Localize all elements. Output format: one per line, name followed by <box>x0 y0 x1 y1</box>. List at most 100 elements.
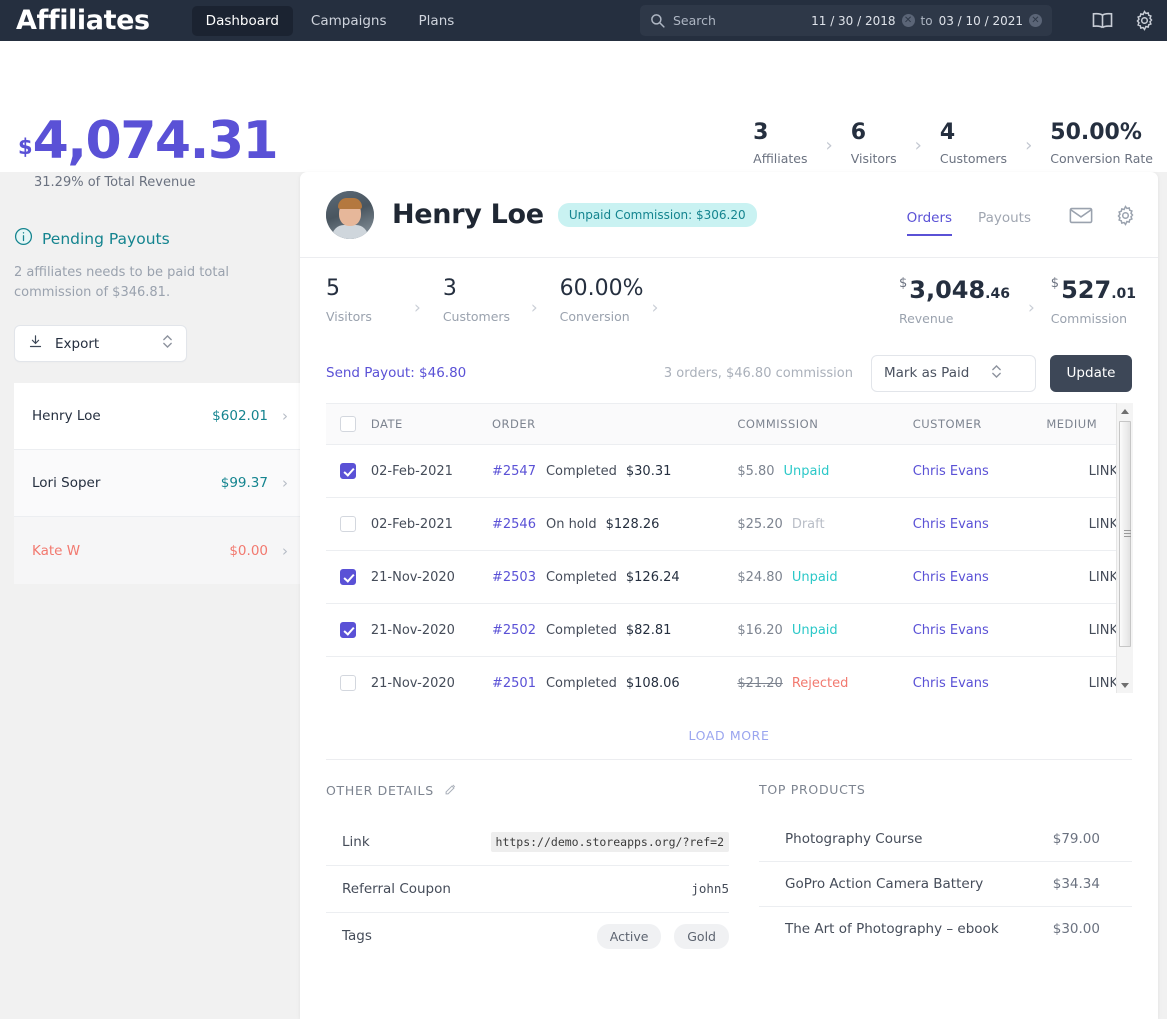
kpi-customers[interactable]: 4 Customers <box>940 120 1007 166</box>
update-button[interactable]: Update <box>1050 354 1132 392</box>
stat-customers[interactable]: 3 Customers <box>443 277 531 324</box>
stat-conversion[interactable]: 60.00% Conversion <box>560 277 652 324</box>
load-more-button[interactable]: LOAD MORE <box>300 710 1158 759</box>
tag-pill[interactable]: Gold <box>674 923 729 949</box>
stepper-icon[interactable] <box>162 333 173 354</box>
order-number-link[interactable]: #2547 <box>492 464 536 479</box>
order-summary-text: 3 orders, $46.80 commission <box>663 365 853 381</box>
row-checkbox[interactable] <box>340 622 356 638</box>
customer-link[interactable]: Chris Evans <box>913 676 989 691</box>
cell-date: 21-Nov-2020 <box>370 603 492 657</box>
date-to-clear-icon[interactable]: ✕ <box>1029 14 1042 27</box>
row-checkbox[interactable] <box>340 675 356 692</box>
search-bar[interactable]: Search 11 / 30 / 2018 ✕ to 03 / 10 / 202… <box>640 5 1052 36</box>
list-item[interactable]: The Art of Photography – ebook $30.00 <box>759 907 1132 952</box>
date-from-clear-icon[interactable]: ✕ <box>901 14 915 27</box>
commission-main: 527 <box>1061 275 1112 304</box>
tag-pill[interactable]: Active <box>596 923 662 949</box>
stat-separator-icon: › <box>414 297 421 318</box>
list-item[interactable]: Henry Loe $602.01 › <box>14 383 300 451</box>
list-item[interactable]: Lori Soper $99.37 › <box>14 450 300 518</box>
table-row[interactable]: 21-Nov-2020 #2503 Completed $126.24 $24.80… <box>326 550 1132 604</box>
detail-row-tags: Tags Active Gold <box>326 913 729 960</box>
table-row[interactable]: 02-Feb-2021 #2546 On hold $128.26 $25.20 Dr… <box>326 497 1132 551</box>
order-number-link[interactable]: #2501 <box>492 676 536 691</box>
kpi-visitors[interactable]: 6 Visitors <box>851 120 897 166</box>
cell-order: #2503 Completed $126.24 <box>491 550 738 604</box>
row-checkbox[interactable] <box>340 516 356 532</box>
order-number-link[interactable]: #2546 <box>492 517 536 532</box>
order-number-link[interactable]: #2503 <box>492 570 536 585</box>
tab-payouts[interactable]: Payouts <box>978 172 1031 258</box>
customer-link[interactable]: Chris Evans <box>913 623 989 638</box>
tab-orders[interactable]: Orders <box>906 172 953 258</box>
table-row[interactable]: 21-Nov-2020 #2502 Completed $82.81 $16.20 U… <box>326 603 1132 657</box>
summary-bar: $ 4,074.31 31.29% of Total Revenue 3 Aff… <box>0 41 1167 190</box>
mark-as-paid-select[interactable]: Mark as Paid <box>871 354 1036 392</box>
date-to-value[interactable]: 03 / 10 / 2021 <box>939 14 1023 28</box>
customer-link[interactable]: Chris Evans <box>913 570 989 585</box>
product-name: The Art of Photography – ebook <box>785 921 999 937</box>
scroll-down-arrow-icon[interactable] <box>1117 677 1133 693</box>
order-number-link[interactable]: #2502 <box>492 623 536 638</box>
row-checkbox[interactable] <box>340 569 356 585</box>
nav-link-campaigns[interactable]: Campaigns <box>297 6 401 36</box>
payout-affiliate-name: Kate W <box>32 542 81 559</box>
scrollbar-track[interactable] <box>1117 419 1133 677</box>
column-header-date[interactable]: DATE <box>370 403 492 445</box>
book-icon[interactable] <box>1091 11 1114 30</box>
customer-link[interactable]: Chris Evans <box>913 464 989 479</box>
top-navigation-bar: Affiliates Dashboard Campaigns Plans Sea… <box>0 0 1167 41</box>
stat-revenue[interactable]: $3,048.46 Revenue <box>899 276 1010 326</box>
kpi-row: 3 Affiliates › 6 Visitors › 4 Customers … <box>753 120 1153 166</box>
nav-link-plans[interactable]: Plans <box>405 6 469 36</box>
scroll-up-arrow-icon[interactable] <box>1117 403 1133 419</box>
list-item[interactable]: Photography Course $79.00 <box>759 817 1132 862</box>
commission-amount: $25.20 <box>737 516 783 532</box>
kpi-affiliates-value: 3 <box>753 120 769 145</box>
kpi-conversion-rate[interactable]: 50.00% Conversion Rate <box>1050 120 1153 166</box>
send-payout-link[interactable]: Send Payout: $46.80 <box>326 365 466 381</box>
column-header-commission[interactable]: COMMISSION <box>737 403 913 445</box>
orders-table-scrollbar[interactable] <box>1116 403 1133 693</box>
stat-visitors[interactable]: 5 Visitors <box>326 277 414 324</box>
customer-link[interactable]: Chris Evans <box>913 517 989 532</box>
cell-commission: $21.20 Rejected <box>737 657 912 710</box>
column-header-order[interactable]: ORDER <box>491 403 738 445</box>
cell-customer: Chris Evans <box>912 550 1047 604</box>
export-button[interactable]: Export <box>14 325 187 363</box>
table-row[interactable]: 21-Nov-2020 #2501 Completed $108.06 $21.20… <box>326 657 1132 710</box>
stat-visitors-label: Visitors <box>326 308 372 324</box>
list-item[interactable]: GoPro Action Camera Battery $34.34 <box>759 862 1132 907</box>
cell-date: 21-Nov-2020 <box>370 675 455 691</box>
list-item[interactable]: Kate W $0.00 › <box>14 517 300 585</box>
gear-icon[interactable] <box>1115 205 1136 226</box>
main-nav-links: Dashboard Campaigns Plans <box>191 5 469 36</box>
nav-link-dashboard[interactable]: Dashboard <box>191 5 293 36</box>
date-from-value[interactable]: 11 / 30 / 2018 <box>811 14 895 28</box>
column-header-customer[interactable]: CUSTOMER <box>912 403 1047 445</box>
cell-commission: $5.80 Unpaid <box>737 444 913 498</box>
edit-icon[interactable] <box>444 782 458 799</box>
stat-commission[interactable]: $527.01 Commission <box>1051 276 1136 326</box>
gear-icon[interactable] <box>1134 10 1155 31</box>
kpi-affiliates[interactable]: 3 Affiliates <box>753 120 807 166</box>
avatar <box>326 190 374 239</box>
select-all-checkbox[interactable] <box>340 416 356 432</box>
stepper-icon[interactable] <box>991 363 1023 384</box>
search-input[interactable]: Search <box>673 13 803 28</box>
top-products-list: Photography Course $79.00 GoPro Action C… <box>759 817 1132 952</box>
order-status: Completed <box>545 622 617 638</box>
orders-table-header: DATE ORDER COMMISSION CUSTOMER MEDIUM <box>326 403 1132 445</box>
row-checkbox[interactable] <box>340 463 356 479</box>
detail-row-referral-coupon: Referral Coupon john5 <box>326 866 729 913</box>
order-amount: $30.31 <box>625 463 672 479</box>
date-range-filter[interactable]: 11 / 30 / 2018 ✕ to 03 / 10 / 2021 ✕ <box>811 14 1042 28</box>
mail-icon[interactable] <box>1069 206 1093 225</box>
scrollbar-thumb[interactable] <box>1119 421 1131 647</box>
table-row[interactable]: 02-Feb-2021 #2547 Completed $30.31 $5.80 Un… <box>326 444 1132 498</box>
affiliate-card-header: Henry Loe Unpaid Commission: $306.20 Ord… <box>300 172 1158 258</box>
commission-status: Rejected <box>791 675 849 691</box>
product-price: $34.34 <box>1052 875 1100 892</box>
affiliate-link-value[interactable]: https://demo.storeapps.org/?ref=2 <box>490 831 729 852</box>
